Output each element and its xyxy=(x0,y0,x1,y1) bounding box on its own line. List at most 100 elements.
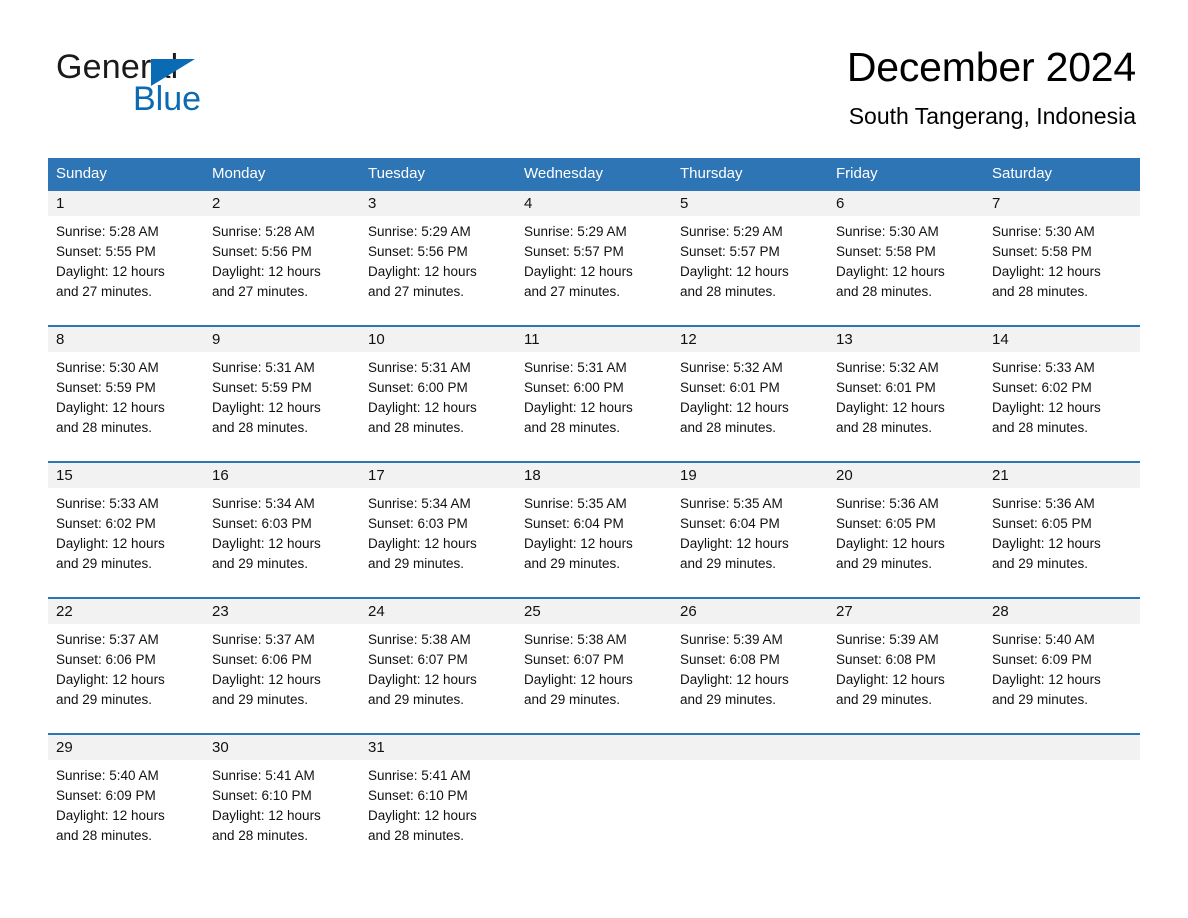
day-number[interactable]: 3 xyxy=(360,191,516,216)
week-spacer xyxy=(48,450,1140,461)
sunset-text: Sunset: 6:05 PM xyxy=(836,516,936,531)
week-spacer xyxy=(48,314,1140,325)
sunset-text: Sunset: 6:04 PM xyxy=(524,516,624,531)
day-cell: Sunrise: 5:28 AM Sunset: 5:55 PM Dayligh… xyxy=(48,216,204,314)
daylight-text-line2: and 28 minutes. xyxy=(992,284,1089,299)
daylight-text-line1: Daylight: 12 hours xyxy=(212,672,321,687)
daylight-text-line1: Daylight: 12 hours xyxy=(56,808,165,823)
daylight-text-line2: and 27 minutes. xyxy=(212,284,309,299)
day-detail-band: Sunrise: 5:40 AM Sunset: 6:09 PM Dayligh… xyxy=(48,760,1140,858)
sunset-text: Sunset: 6:01 PM xyxy=(836,380,936,395)
sunrise-text: Sunrise: 5:34 AM xyxy=(368,496,471,511)
day-number[interactable]: 22 xyxy=(48,599,204,624)
day-number[interactable]: 21 xyxy=(984,463,1140,488)
daylight-text-line1: Daylight: 12 hours xyxy=(524,672,633,687)
daylight-text-line1: Daylight: 12 hours xyxy=(56,536,165,551)
day-cell: Sunrise: 5:31 AM Sunset: 5:59 PM Dayligh… xyxy=(204,352,360,450)
day-number[interactable]: 24 xyxy=(360,599,516,624)
day-detail-band: Sunrise: 5:28 AM Sunset: 5:55 PM Dayligh… xyxy=(48,216,1140,314)
sunset-text: Sunset: 6:10 PM xyxy=(212,788,312,803)
day-number[interactable]: 7 xyxy=(984,191,1140,216)
sunset-text: Sunset: 6:05 PM xyxy=(992,516,1092,531)
day-number[interactable]: 20 xyxy=(828,463,984,488)
sunrise-text: Sunrise: 5:28 AM xyxy=(212,224,315,239)
sunset-text: Sunset: 6:06 PM xyxy=(56,652,156,667)
weekday-header-sunday: Sunday xyxy=(56,165,107,182)
day-number[interactable]: 19 xyxy=(672,463,828,488)
day-cell: Sunrise: 5:34 AM Sunset: 6:03 PM Dayligh… xyxy=(204,488,360,586)
day-number[interactable]: 2 xyxy=(204,191,360,216)
daylight-text-line1: Daylight: 12 hours xyxy=(368,400,477,415)
day-number[interactable]: 10 xyxy=(360,327,516,352)
day-number[interactable]: 14 xyxy=(984,327,1140,352)
general-blue-logo[interactable]: General Blue xyxy=(56,50,356,120)
sunset-text: Sunset: 6:08 PM xyxy=(836,652,936,667)
sunrise-text: Sunrise: 5:29 AM xyxy=(680,224,783,239)
sunrise-text: Sunrise: 5:35 AM xyxy=(680,496,783,511)
daylight-text-line2: and 28 minutes. xyxy=(680,420,777,435)
day-number[interactable]: 1 xyxy=(48,191,204,216)
weekday-header-friday: Friday xyxy=(836,165,878,182)
week-spacer xyxy=(48,586,1140,597)
sunset-text: Sunset: 5:59 PM xyxy=(212,380,312,395)
sunrise-text: Sunrise: 5:40 AM xyxy=(56,768,159,783)
day-cell: Sunrise: 5:29 AM Sunset: 5:57 PM Dayligh… xyxy=(672,216,828,314)
day-cell: Sunrise: 5:28 AM Sunset: 5:56 PM Dayligh… xyxy=(204,216,360,314)
weekday-header-tuesday: Tuesday xyxy=(368,165,425,182)
day-number[interactable]: 27 xyxy=(828,599,984,624)
day-number[interactable]: 4 xyxy=(516,191,672,216)
daylight-text-line1: Daylight: 12 hours xyxy=(524,536,633,551)
weekday-header-monday: Monday xyxy=(212,165,266,182)
day-number-empty xyxy=(828,735,984,760)
sunrise-text: Sunrise: 5:30 AM xyxy=(836,224,939,239)
day-number[interactable]: 13 xyxy=(828,327,984,352)
sunset-text: Sunset: 5:55 PM xyxy=(56,244,156,259)
sunset-text: Sunset: 6:00 PM xyxy=(524,380,624,395)
daylight-text-line2: and 29 minutes. xyxy=(992,692,1089,707)
daylight-text-line2: and 27 minutes. xyxy=(524,284,621,299)
day-number[interactable]: 28 xyxy=(984,599,1140,624)
week-row: 15 16 17 18 19 20 21 Sunrise: 5:33 AM Su… xyxy=(48,461,1140,597)
sunrise-text: Sunrise: 5:37 AM xyxy=(56,632,159,647)
title-block: December 2024 South Tangerang, Indonesia xyxy=(847,44,1136,131)
day-number[interactable]: 6 xyxy=(828,191,984,216)
daylight-text-line2: and 28 minutes. xyxy=(836,284,933,299)
daylight-text-line2: and 29 minutes. xyxy=(524,556,621,571)
day-number[interactable]: 15 xyxy=(48,463,204,488)
daylight-text-line1: Daylight: 12 hours xyxy=(368,672,477,687)
sunrise-text: Sunrise: 5:40 AM xyxy=(992,632,1095,647)
day-number[interactable]: 26 xyxy=(672,599,828,624)
day-cell: Sunrise: 5:31 AM Sunset: 6:00 PM Dayligh… xyxy=(516,352,672,450)
day-number[interactable]: 31 xyxy=(360,735,516,760)
sunrise-text: Sunrise: 5:38 AM xyxy=(368,632,471,647)
daylight-text-line2: and 29 minutes. xyxy=(836,692,933,707)
daylight-text-line2: and 28 minutes. xyxy=(212,828,309,843)
daylight-text-line2: and 28 minutes. xyxy=(368,828,465,843)
daylight-text-line2: and 28 minutes. xyxy=(56,420,153,435)
day-number-band: 29 30 31 xyxy=(48,735,1140,760)
day-number[interactable]: 17 xyxy=(360,463,516,488)
sunset-text: Sunset: 6:02 PM xyxy=(56,516,156,531)
day-number[interactable]: 5 xyxy=(672,191,828,216)
day-number[interactable]: 29 xyxy=(48,735,204,760)
day-number[interactable]: 11 xyxy=(516,327,672,352)
day-detail-band: Sunrise: 5:37 AM Sunset: 6:06 PM Dayligh… xyxy=(48,624,1140,722)
day-number[interactable]: 9 xyxy=(204,327,360,352)
day-number[interactable]: 12 xyxy=(672,327,828,352)
daylight-text-line1: Daylight: 12 hours xyxy=(56,264,165,279)
day-number[interactable]: 25 xyxy=(516,599,672,624)
weekday-header-thursday: Thursday xyxy=(680,165,743,182)
day-number[interactable]: 18 xyxy=(516,463,672,488)
day-cell: Sunrise: 5:36 AM Sunset: 6:05 PM Dayligh… xyxy=(828,488,984,586)
week-row: 8 9 10 11 12 13 14 Sunrise: 5:30 AM Suns… xyxy=(48,325,1140,461)
day-number[interactable]: 23 xyxy=(204,599,360,624)
day-number[interactable]: 30 xyxy=(204,735,360,760)
daylight-text-line1: Daylight: 12 hours xyxy=(992,400,1101,415)
day-cell: Sunrise: 5:35 AM Sunset: 6:04 PM Dayligh… xyxy=(672,488,828,586)
daylight-text-line1: Daylight: 12 hours xyxy=(524,400,633,415)
daylight-text-line1: Daylight: 12 hours xyxy=(368,264,477,279)
day-number[interactable]: 16 xyxy=(204,463,360,488)
day-number[interactable]: 8 xyxy=(48,327,204,352)
sunset-text: Sunset: 5:56 PM xyxy=(368,244,468,259)
sunset-text: Sunset: 5:57 PM xyxy=(680,244,780,259)
